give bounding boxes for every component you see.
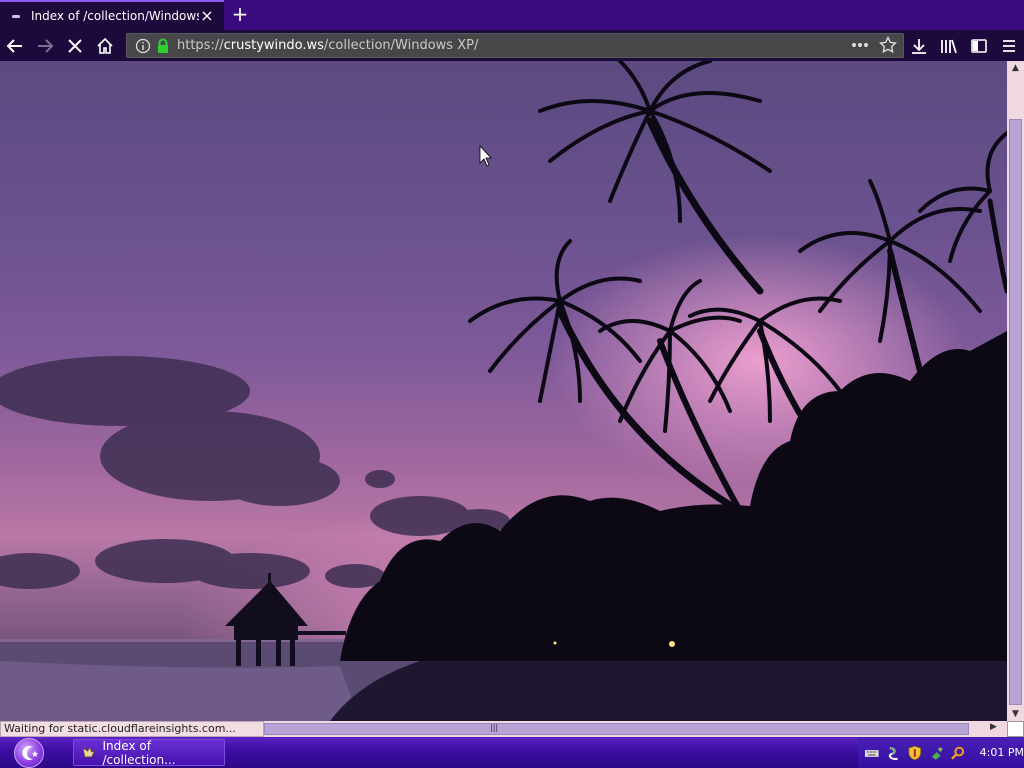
back-arrow-icon [6, 39, 22, 53]
back-button[interactable] [2, 33, 28, 59]
hamburger-menu-icon [1003, 40, 1015, 52]
shield-tray-icon[interactable] [907, 745, 923, 761]
tab-title: Index of /collection/Windows XP/ [31, 9, 199, 23]
url-domain: crustywindo.ws [223, 38, 324, 53]
forward-arrow-icon [38, 39, 54, 53]
network-tray-icon[interactable] [886, 745, 902, 761]
vertical-scroll-thumb[interactable] [1009, 119, 1022, 705]
scroll-grip-icon: ||| [490, 723, 499, 732]
library-icon [941, 39, 957, 54]
scroll-down-arrow-icon[interactable]: ▼ [1007, 707, 1024, 721]
stop-x-icon [68, 39, 82, 53]
horizontal-scroll-thumb[interactable]: ||| [264, 723, 969, 735]
navigation-toolbar: https://crustywindo.ws/collection/Window… [0, 30, 1024, 61]
scrollbar-corner [1007, 721, 1024, 737]
tab-favicon-icon [12, 14, 20, 18]
browser-tab-active[interactable]: Index of /collection/Windows XP/ × [0, 0, 224, 30]
home-button[interactable] [92, 33, 118, 59]
new-tab-button[interactable]: + [229, 4, 251, 26]
padlock-icon[interactable] [155, 38, 171, 54]
taskbar-item-label: Index of /collection... [102, 738, 176, 767]
bookmark-star-icon[interactable] [879, 36, 897, 54]
tab-close-icon[interactable]: × [199, 8, 215, 24]
download-arrow-icon [912, 39, 926, 54]
menu-button[interactable] [996, 33, 1022, 59]
url-text[interactable]: https://crustywindo.ws/collection/Window… [177, 38, 478, 53]
url-path: /collection/Windows XP/ [323, 38, 479, 53]
system-tray: 4:01 PM [858, 737, 1024, 768]
library-button[interactable] [936, 33, 962, 59]
url-scheme: https:// [177, 38, 224, 53]
clock[interactable]: 4:01 PM [980, 746, 1024, 759]
downloads-button[interactable] [906, 33, 932, 59]
start-orb-icon [14, 737, 44, 768]
home-icon [97, 37, 113, 54]
page-content-image [0, 61, 1007, 721]
taskbar-browser-item[interactable]: Index of /collection... [73, 738, 225, 767]
start-button[interactable] [6, 737, 52, 768]
keyboard-tray-icon[interactable] [864, 745, 880, 761]
browser-app-icon [82, 745, 96, 757]
mouse-cursor-icon [479, 144, 492, 167]
search-tray-icon[interactable] [950, 745, 966, 761]
scroll-up-arrow-icon[interactable]: ▲ [1007, 61, 1024, 75]
vertical-scrollbar[interactable]: ▲ ▼ [1007, 61, 1024, 721]
tab-strip: Index of /collection/Windows XP/ × + [0, 0, 1024, 30]
scroll-right-arrow-icon[interactable]: ▶ [990, 722, 997, 732]
safely-remove-tray-icon[interactable] [929, 745, 945, 761]
page-actions-ellipsis-icon[interactable] [851, 42, 869, 48]
taskbar: Index of /collection... 4:01 PM [0, 737, 1024, 768]
address-bar[interactable]: https://crustywindo.ws/collection/Window… [126, 33, 904, 58]
site-info-icon[interactable] [135, 38, 151, 54]
sidebar-toggle-button[interactable] [966, 33, 992, 59]
desktop: Index of /collection/Windows XP/ × + htt… [0, 0, 1024, 768]
horizontal-scrollbar[interactable]: ||| ▶ [264, 721, 1007, 737]
status-text: Waiting for static.cloudflareinsights.co… [0, 721, 264, 737]
sidebar-icon [971, 39, 987, 53]
forward-button[interactable] [32, 33, 58, 59]
stop-loading-button[interactable] [62, 33, 88, 59]
tropical-sunset-image [0, 61, 1007, 721]
